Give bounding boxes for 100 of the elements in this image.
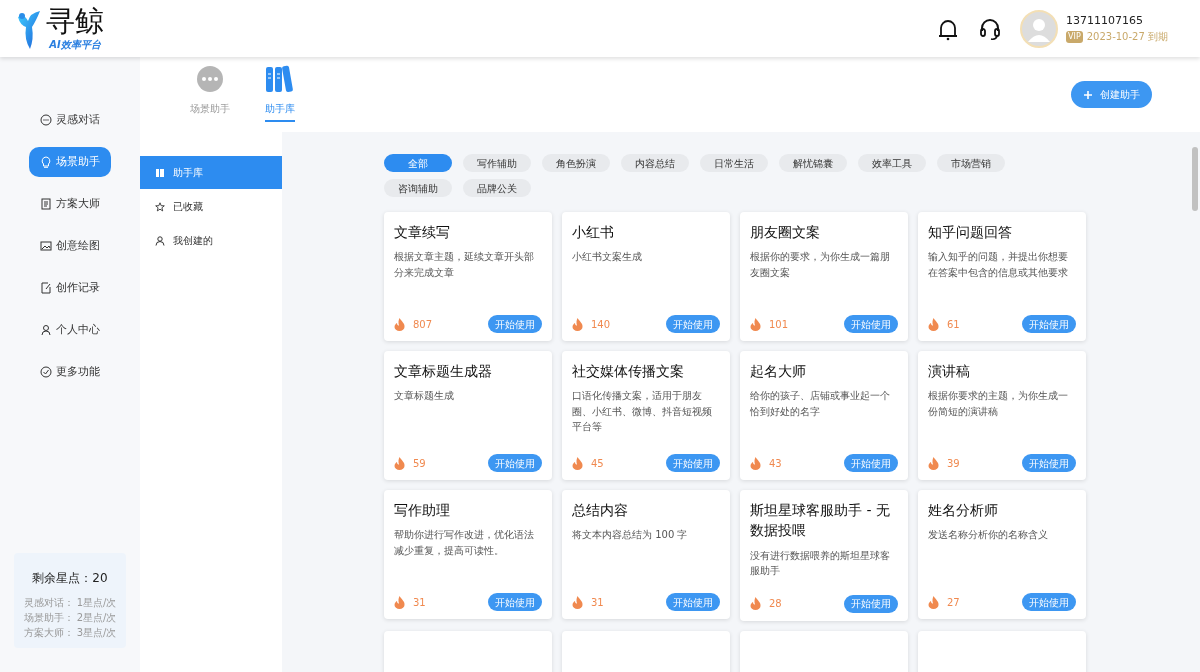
start-button[interactable]: 开始使用 bbox=[1022, 454, 1076, 472]
usage-count: 140 bbox=[591, 317, 611, 332]
card-description: 给你的孩子、店铺或事业起一个恰到好处的名字 bbox=[750, 389, 891, 419]
usage-count: 101 bbox=[769, 317, 789, 332]
category-chip[interactable]: 写作辅助 bbox=[463, 154, 531, 172]
usage-count: 45 bbox=[591, 456, 604, 471]
flame-icon bbox=[394, 595, 405, 609]
flame-icon bbox=[394, 317, 405, 331]
flame-icon bbox=[572, 595, 583, 609]
headset-icon[interactable] bbox=[979, 16, 1002, 41]
card-title: 写作助理 bbox=[394, 501, 451, 520]
tab[interactable]: 助手库 bbox=[245, 65, 315, 122]
category-chip[interactable]: 咨询辅助 bbox=[384, 179, 452, 197]
card-title: 文章续写 bbox=[394, 223, 451, 242]
rate-text: 场景助手： 2星点/次 bbox=[22, 611, 118, 625]
flame-icon bbox=[572, 456, 583, 470]
logo-icon bbox=[16, 8, 42, 49]
flame-icon bbox=[394, 456, 405, 470]
user-phone: 13711107165 bbox=[1066, 12, 1145, 29]
sub-nav-item[interactable]: 我创建的 bbox=[140, 224, 282, 257]
category-chip[interactable]: 效率工具 bbox=[858, 154, 926, 172]
start-button[interactable]: 开始使用 bbox=[666, 454, 720, 472]
sidebar-item[interactable]: 创意绘图 bbox=[29, 231, 111, 261]
user-icon bbox=[40, 324, 52, 336]
card-title: 知乎问题回答 bbox=[928, 223, 1013, 242]
usage-count: 59 bbox=[413, 456, 426, 471]
sub-nav-item[interactable]: 已收藏 bbox=[140, 190, 282, 223]
vip-badge: VIP bbox=[1066, 30, 1083, 43]
rate-text: 方案大师： 3星点/次 bbox=[22, 626, 118, 640]
start-button[interactable]: 开始使用 bbox=[488, 315, 542, 333]
flame-icon bbox=[928, 595, 939, 609]
card-description: 帮助你进行写作改进，优化语法减少重复，提高可读性。 bbox=[394, 528, 535, 558]
usage-count: 28 bbox=[769, 597, 782, 612]
chat-dots-icon bbox=[196, 65, 224, 93]
card-title: 小红书 bbox=[572, 223, 615, 242]
card-description: 没有进行数据喂养的斯坦星球客服助手 bbox=[750, 548, 891, 579]
card-title: 文章标题生成器 bbox=[394, 362, 493, 381]
start-button[interactable]: 开始使用 bbox=[488, 454, 542, 472]
star-icon bbox=[155, 201, 165, 212]
card-title: 社交媒体传播文案 bbox=[572, 362, 685, 381]
plus-icon bbox=[1083, 90, 1092, 99]
start-button[interactable]: 开始使用 bbox=[1022, 593, 1076, 611]
books-icon bbox=[265, 65, 295, 93]
card-description: 将文本内容总结为 100 字 bbox=[572, 528, 689, 543]
sidebar-item[interactable]: 方案大师 bbox=[29, 189, 111, 219]
card-title: 演讲稿 bbox=[928, 362, 971, 381]
start-button[interactable]: 开始使用 bbox=[488, 593, 542, 611]
card-title: 姓名分析师 bbox=[928, 501, 999, 520]
tab[interactable]: 场景助手 bbox=[175, 65, 245, 122]
flame-icon bbox=[750, 317, 761, 331]
start-button[interactable]: 开始使用 bbox=[666, 315, 720, 333]
start-button[interactable]: 开始使用 bbox=[666, 593, 720, 611]
check-circle-icon bbox=[40, 366, 52, 378]
image-icon bbox=[40, 240, 52, 252]
sidebar-item[interactable]: 创作记录 bbox=[29, 273, 111, 303]
logo-text: 寻鲸 bbox=[46, 7, 104, 36]
category-chip[interactable]: 品牌公关 bbox=[463, 179, 531, 197]
usage-count: 31 bbox=[591, 595, 604, 610]
start-button[interactable]: 开始使用 bbox=[844, 454, 898, 472]
card-description: 输入知乎的问题，并提出你想要在答案中包含的信息或其他要求 bbox=[928, 250, 1069, 280]
flame-icon bbox=[928, 317, 939, 331]
points-balance: 剩余星点：20 bbox=[31, 570, 109, 587]
start-button[interactable]: 开始使用 bbox=[1022, 315, 1076, 333]
sidebar-item[interactable]: 灵感对话 bbox=[29, 105, 111, 135]
usage-count: 807 bbox=[413, 317, 433, 332]
category-chip[interactable]: 内容总结 bbox=[621, 154, 689, 172]
document-icon bbox=[40, 198, 52, 210]
sub-nav-item[interactable]: 助手库 bbox=[140, 156, 282, 189]
sidebar-item[interactable]: 更多功能 bbox=[29, 357, 111, 387]
logo-tagline: AI效率平台 bbox=[49, 40, 101, 50]
sidebar-item[interactable]: 个人中心 bbox=[29, 315, 111, 345]
flame-icon bbox=[750, 597, 761, 611]
user-icon bbox=[155, 235, 165, 246]
start-button[interactable]: 开始使用 bbox=[844, 315, 898, 333]
card-title: 斯坦星球客服助手 - 无数据投喂 bbox=[750, 501, 891, 541]
card-description: 根据你的要求，为你生成一篇朋友圈文案 bbox=[750, 250, 891, 280]
card-description: 根据你要求的主题，为你生成一份简短的演讲稿 bbox=[928, 389, 1069, 419]
usage-count: 61 bbox=[947, 317, 960, 332]
usage-count: 39 bbox=[947, 456, 960, 471]
card-description: 文章标题生成 bbox=[394, 389, 455, 404]
category-chip[interactable]: 解忧锦囊 bbox=[779, 154, 847, 172]
flame-icon bbox=[928, 456, 939, 470]
start-button[interactable]: 开始使用 bbox=[844, 594, 898, 613]
card-title: 总结内容 bbox=[572, 501, 629, 520]
card-description: 小红书文案生成 bbox=[572, 250, 643, 265]
create-assistant-button[interactable]: 创建助手 bbox=[1071, 81, 1152, 108]
sidebar-item[interactable]: 场景助手 bbox=[29, 147, 111, 177]
card-title: 朋友圈文案 bbox=[750, 223, 821, 242]
edit-icon bbox=[40, 282, 52, 294]
category-chip[interactable]: 日常生活 bbox=[700, 154, 768, 172]
card-description: 发送名称分析你的名称含义 bbox=[928, 528, 1049, 543]
avatar-icon bbox=[1020, 9, 1059, 48]
usage-count: 27 bbox=[947, 595, 960, 610]
category-chip[interactable]: 全部 bbox=[384, 154, 452, 172]
usage-count: 31 bbox=[413, 595, 426, 610]
category-chip[interactable]: 角色扮演 bbox=[542, 154, 610, 172]
card-description: 口语化传播文案，适用于朋友圈、小红书、微博、抖音短视频平台等 bbox=[572, 389, 713, 435]
category-chip[interactable]: 市场营销 bbox=[937, 154, 1005, 172]
vip-expiry: 2023-10-27 到期 bbox=[1086, 30, 1168, 45]
rate-text: 灵感对话： 1星点/次 bbox=[22, 596, 118, 610]
